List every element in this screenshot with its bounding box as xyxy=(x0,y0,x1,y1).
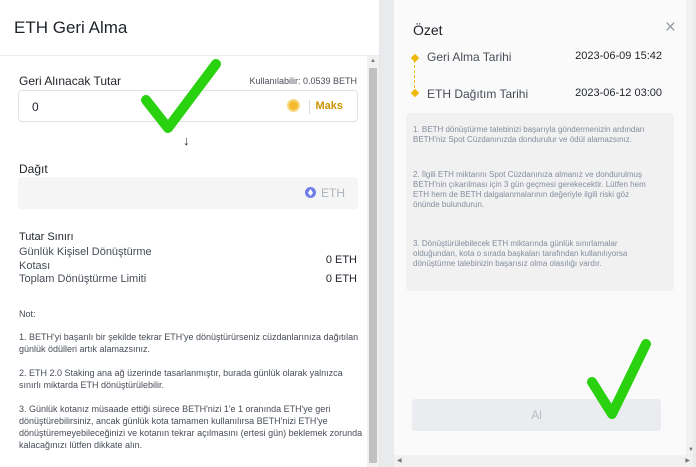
timeline-dot xyxy=(410,53,420,63)
beth-coin-icon xyxy=(287,99,300,112)
total-limit-label: Toplam Dönüştürme Limiti xyxy=(19,273,147,285)
distribute-field: ETH xyxy=(18,177,358,209)
distribution-date-value: 2023-06-12 03:00 xyxy=(575,87,662,99)
input-separator xyxy=(309,100,310,114)
amount-input[interactable]: 0 Maks xyxy=(18,90,358,122)
scroll-right-icon[interactable]: ▶ xyxy=(685,457,690,464)
distribute-label: Dağıt xyxy=(19,162,48,176)
redeem-date-label: Geri Alma Tarihi xyxy=(427,50,512,64)
amount-label: Geri Alınacak Tutar xyxy=(19,74,122,88)
available-balance: Kullanılabilir: 0.0539 BETH xyxy=(249,76,357,86)
distribution-date-label: ETH Dağıtım Tarihi xyxy=(427,87,529,101)
info-item: 1. BETH dönüştürme talebinizi başarıyla … xyxy=(413,125,645,144)
note-item: 2. ETH 2.0 Staking ana ağ üzerinde tasar… xyxy=(19,368,343,390)
total-limit-value: 0 ETH xyxy=(325,273,357,285)
horizontal-scrollbar[interactable]: ◀ ▶ xyxy=(394,455,696,467)
note-title: Not: xyxy=(19,309,36,319)
daily-limit-label: Günlük Kişisel Dönüştürme Kotası xyxy=(19,246,152,272)
info-item: 3. Dönüştürülebilecek ETH miktarında gün… xyxy=(413,239,628,268)
claim-button[interactable]: Al xyxy=(412,399,661,431)
left-scrollbar[interactable]: ▲ xyxy=(367,56,379,467)
timeline-line xyxy=(414,60,415,88)
distribute-unit: ETH xyxy=(321,186,345,200)
panel-title: ETH Geri Alma xyxy=(14,18,128,37)
title-divider xyxy=(0,55,379,56)
eth-icon xyxy=(305,187,316,198)
arrow-down-icon: ↓ xyxy=(183,133,190,148)
scroll-up-icon[interactable]: ▲ xyxy=(370,58,376,64)
summary-panel: Özet × Geri Alma Tarihi 2023-06-09 15:42… xyxy=(394,0,696,467)
redeem-date-value: 2023-06-09 15:42 xyxy=(575,50,662,62)
summary-title: Özet xyxy=(413,22,443,38)
timeline-dot xyxy=(410,88,420,98)
redeem-panel: ETH Geri Alma Geri Alınacak Tutar Kullan… xyxy=(0,0,380,467)
daily-limit-value: 0 ETH xyxy=(325,254,357,266)
max-button[interactable]: Maks xyxy=(315,100,343,112)
scroll-left-icon[interactable]: ◀ xyxy=(397,457,402,464)
note-item: 3. Günlük kotanız müsaade ettiği sürece … xyxy=(19,404,363,450)
left-scrollbar-thumb[interactable] xyxy=(369,68,377,463)
note-item: 1. BETH'yi başarılı bir şekilde tekrar E… xyxy=(19,332,359,354)
close-icon[interactable]: × xyxy=(665,18,676,37)
info-item: 2. İlgili ETH miktarını Spot Cüzdanınıza… xyxy=(413,170,646,209)
amount-value[interactable]: 0 xyxy=(32,100,39,114)
limits-title: Tutar Sınırı xyxy=(19,231,74,243)
